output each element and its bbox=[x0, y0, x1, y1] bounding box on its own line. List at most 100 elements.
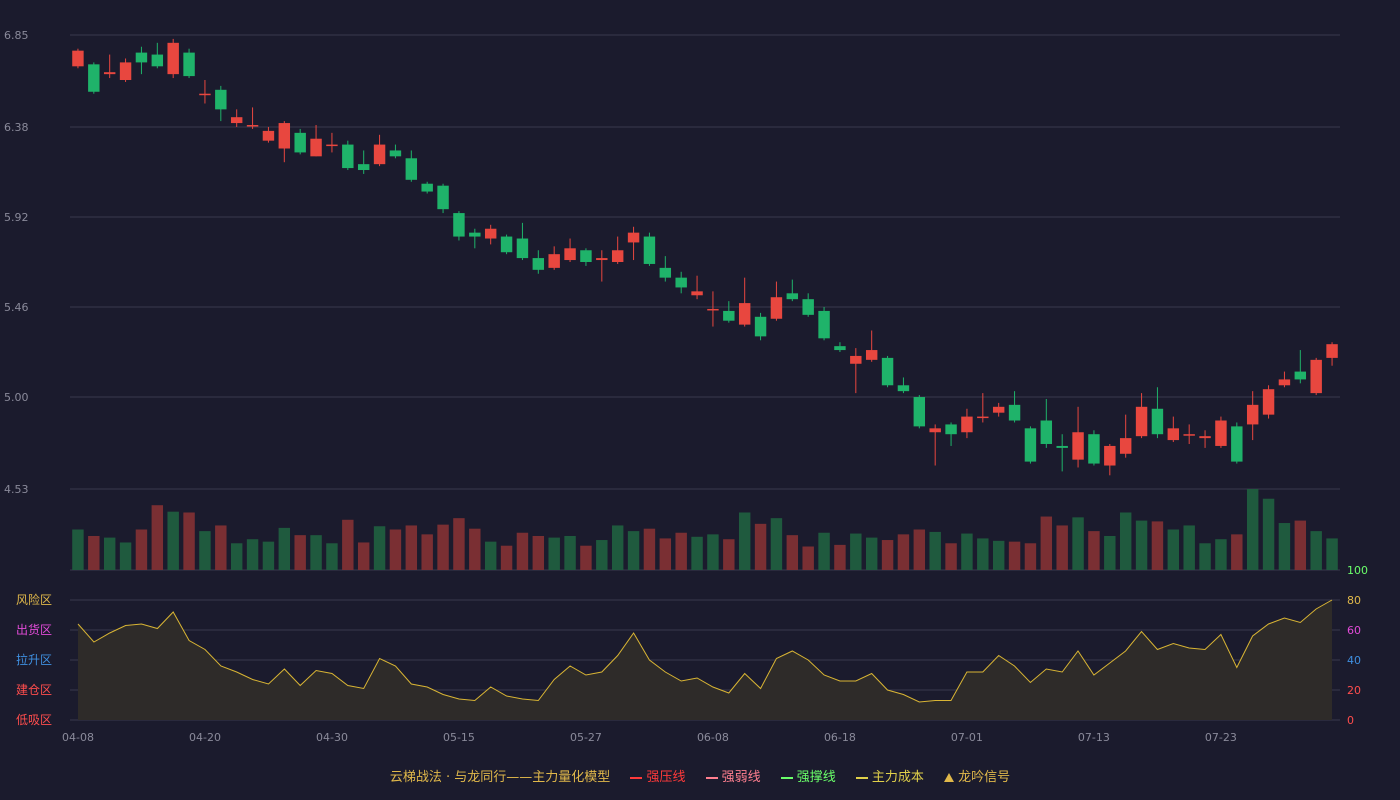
candle-body bbox=[1294, 371, 1307, 380]
candle-body bbox=[691, 291, 703, 296]
volume-bar bbox=[1199, 543, 1211, 570]
candle-body bbox=[643, 236, 656, 264]
candle-body bbox=[961, 416, 973, 433]
volume-bar bbox=[1294, 520, 1307, 570]
candle-body bbox=[1119, 438, 1132, 454]
candle-body bbox=[1231, 426, 1243, 462]
candle-body bbox=[1278, 379, 1291, 386]
volume-bar bbox=[167, 511, 179, 570]
candle-body bbox=[294, 132, 306, 153]
candle-body bbox=[246, 125, 259, 127]
indicator-tick-label: 80 bbox=[1347, 594, 1361, 607]
volume-bar bbox=[897, 534, 910, 570]
volume-bar bbox=[802, 546, 814, 570]
zone-label: 低吸区 bbox=[16, 713, 52, 727]
volume-bar bbox=[929, 531, 941, 570]
volume-bar bbox=[183, 512, 195, 570]
candle-body bbox=[1151, 408, 1164, 435]
volume-bar bbox=[294, 535, 306, 570]
candle-body bbox=[1246, 404, 1259, 425]
volume-bar bbox=[913, 529, 926, 570]
candle-body bbox=[262, 130, 275, 141]
x-tick-label: 05-27 bbox=[570, 731, 602, 744]
volume-bar bbox=[484, 541, 497, 570]
candle-body bbox=[453, 213, 465, 237]
candle-body bbox=[215, 89, 227, 110]
x-tick-label: 04-30 bbox=[316, 731, 348, 744]
volume-bar bbox=[564, 535, 576, 570]
candle-body bbox=[1310, 359, 1322, 394]
volume-bar bbox=[770, 518, 783, 570]
candle-body bbox=[707, 308, 719, 311]
volume-bar bbox=[453, 518, 465, 570]
volume-bar bbox=[532, 535, 545, 570]
volume-bar bbox=[326, 543, 338, 570]
candle-body bbox=[723, 310, 735, 321]
candle-body bbox=[1008, 404, 1021, 421]
candle-body bbox=[1167, 428, 1180, 441]
candle-body bbox=[865, 350, 878, 360]
candle-body bbox=[738, 303, 751, 325]
indicator-tick-label: 60 bbox=[1347, 624, 1361, 637]
x-tick-label: 06-08 bbox=[697, 731, 729, 744]
volume-bar bbox=[691, 536, 703, 570]
x-tick-label: 06-18 bbox=[824, 731, 856, 744]
volume-bar bbox=[961, 533, 973, 570]
candle-body bbox=[834, 346, 846, 351]
legend-item-support[interactable]: 强撑线 bbox=[780, 766, 836, 785]
volume-bar bbox=[215, 525, 227, 570]
candle-body bbox=[437, 185, 449, 210]
volume-bar bbox=[469, 528, 481, 570]
legend-item-strength[interactable]: 强弱线 bbox=[705, 766, 761, 785]
candle-body bbox=[135, 52, 148, 63]
volume-bar bbox=[1040, 516, 1053, 570]
candle-body bbox=[850, 355, 862, 364]
candle-body bbox=[1056, 445, 1068, 448]
volume-bar bbox=[1008, 541, 1021, 570]
zone-label: 拉升区 bbox=[16, 652, 52, 667]
candle-body bbox=[310, 138, 322, 157]
candle-body bbox=[627, 232, 640, 243]
candle-body bbox=[659, 267, 672, 278]
candle-body bbox=[977, 416, 989, 419]
volume-bar bbox=[1183, 525, 1195, 570]
candle-body bbox=[1215, 420, 1227, 446]
volume-top-label: 100 bbox=[1347, 564, 1368, 577]
volume-bar bbox=[643, 528, 656, 570]
indicator-tick-label: 20 bbox=[1347, 684, 1361, 697]
candle-body bbox=[326, 144, 338, 147]
candle-body bbox=[278, 123, 291, 149]
volume-bar bbox=[1119, 512, 1132, 570]
volume-bar bbox=[596, 540, 608, 570]
volume-bar bbox=[627, 531, 640, 570]
candle-body bbox=[754, 316, 767, 337]
candle-body bbox=[945, 424, 957, 435]
volume-bar bbox=[754, 523, 767, 570]
volume-bar bbox=[834, 544, 846, 570]
candle-body bbox=[532, 258, 545, 270]
volume-bar bbox=[675, 532, 687, 570]
candle-body bbox=[580, 250, 592, 262]
candle-body bbox=[818, 310, 830, 339]
price-tick-label: 6.38 bbox=[4, 121, 29, 134]
legend-item-signal[interactable]: 龙吟信号 bbox=[944, 766, 1010, 785]
legend-item-pressure[interactable]: 强压线 bbox=[630, 766, 685, 785]
x-tick-label: 07-01 bbox=[951, 731, 983, 744]
volume-bar bbox=[723, 539, 735, 570]
candle-body bbox=[881, 357, 894, 386]
candle-body bbox=[1104, 445, 1116, 466]
volume-bar bbox=[1262, 498, 1275, 570]
zone-label: 出货区 bbox=[16, 622, 52, 637]
volume-bar bbox=[151, 505, 164, 570]
candle-body bbox=[802, 299, 814, 315]
volume-bar bbox=[865, 537, 878, 570]
legend: 云梯战法 · 与龙同行——主力量化模型 强压线 强弱线 强撑线 主力成本 龙吟信… bbox=[0, 766, 1400, 785]
triangle-icon bbox=[944, 773, 955, 782]
candle-body bbox=[913, 397, 926, 427]
candle-body bbox=[421, 183, 433, 192]
legend-item-cost[interactable]: 主力成本 bbox=[855, 766, 924, 785]
volume-bar bbox=[1310, 531, 1322, 570]
volume-bar bbox=[1088, 531, 1100, 570]
volume-bar bbox=[580, 545, 592, 570]
candle-body bbox=[1024, 428, 1037, 462]
